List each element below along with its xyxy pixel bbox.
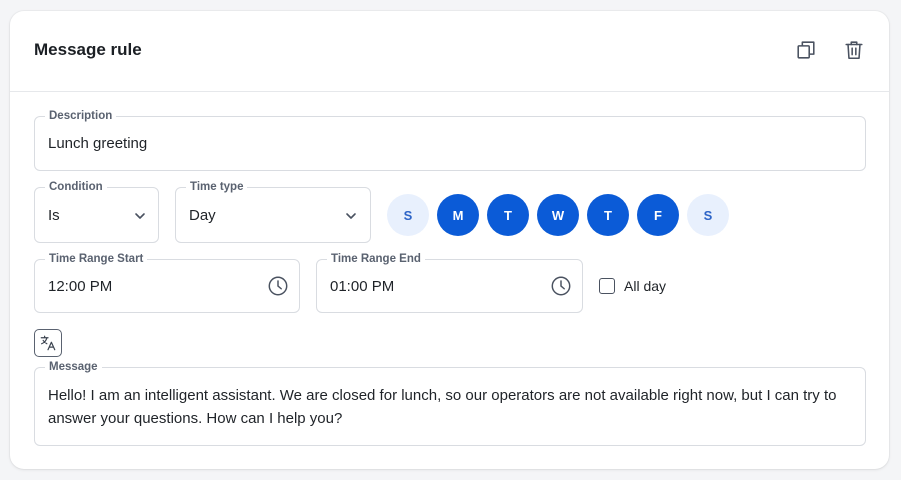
condition-value: Is <box>48 207 60 224</box>
description-field[interactable]: Description Lunch greeting <box>34 109 866 171</box>
condition-label: Condition <box>45 180 107 194</box>
all-day-checkbox[interactable] <box>599 278 615 294</box>
condition-select[interactable]: Condition Is <box>34 180 159 243</box>
time-range-start-field[interactable]: Time Range Start 12:00 PM <box>34 252 300 313</box>
description-label: Description <box>45 109 117 123</box>
time-type-label: Time type <box>186 180 248 194</box>
time-range-start-value[interactable]: 12:00 PM <box>48 278 112 295</box>
all-day-label[interactable]: All day <box>624 278 666 294</box>
description-value[interactable]: Lunch greeting <box>48 135 147 152</box>
translate-button[interactable] <box>34 329 62 357</box>
time-type-select[interactable]: Time type Day <box>175 180 371 243</box>
message-label: Message <box>45 360 102 374</box>
day-toggle-wednesday[interactable]: W <box>537 194 579 236</box>
copy-icon[interactable] <box>795 39 817 61</box>
time-range-end-value[interactable]: 01:00 PM <box>330 278 394 295</box>
translate-icon <box>39 334 57 352</box>
time-range-end-label: Time Range End <box>327 252 425 266</box>
trash-icon[interactable] <box>843 39 865 61</box>
time-range-end-field[interactable]: Time Range End 01:00 PM <box>316 252 583 313</box>
day-toggle-tuesday[interactable]: T <box>487 194 529 236</box>
message-rule-card: Message rule Description Lunch greeting … <box>10 11 889 469</box>
day-toggle-saturday[interactable]: S <box>687 194 729 236</box>
day-toggle-thursday[interactable]: T <box>587 194 629 236</box>
card-title: Message rule <box>34 40 142 59</box>
message-field[interactable]: Message Hello! I am an intelligent assis… <box>34 360 866 446</box>
clock-icon[interactable] <box>267 275 289 297</box>
day-toggle-monday[interactable]: M <box>437 194 479 236</box>
time-range-start-label: Time Range Start <box>45 252 148 266</box>
message-value[interactable]: Hello! I am an intelligent assistant. We… <box>48 384 848 430</box>
time-type-value: Day <box>189 207 216 224</box>
clock-icon[interactable] <box>550 275 572 297</box>
day-toggle-sunday[interactable]: S <box>387 194 429 236</box>
chevron-down-icon <box>133 209 147 223</box>
chevron-down-icon <box>344 209 358 223</box>
day-toggle-friday[interactable]: F <box>637 194 679 236</box>
card-header: Message rule <box>10 11 889 92</box>
